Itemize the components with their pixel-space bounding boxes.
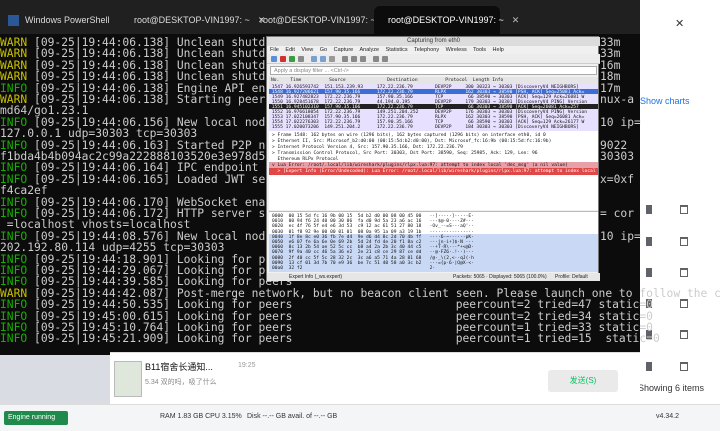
packet-bytes-pane[interactable]: 0000 00 15 5d fc 16 9b 00 15 5d b2 d0 00…: [269, 211, 598, 272]
menu-file[interactable]: File: [270, 47, 279, 53]
engine-status-badge[interactable]: Engine running: [4, 411, 68, 425]
menu-tools[interactable]: Tools: [473, 47, 486, 53]
tab-powershell[interactable]: Windows PowerShell: [0, 6, 120, 34]
terminal-line-tail: = cor: [600, 207, 635, 220]
menu-bar: File Edit View Go Capture Analyze Statis…: [267, 46, 600, 54]
chat-notification[interactable]: B11宿舍长通知... 19:25 5.34 双的吗，吸了什么 发送(S): [110, 352, 640, 404]
status-bar: Expert Info (_ws.expert) Packets: 5065 ·…: [267, 273, 600, 281]
close-icon[interactable]: ✕: [675, 17, 684, 30]
tab-ubuntu-3[interactable]: root@DESKTOP-VIN1997: ~ ✕: [374, 6, 519, 34]
show-charts-link[interactable]: Show charts: [640, 96, 690, 106]
detail-row[interactable]: > [Expert Info (Error/Undecoded): Lua Er…: [269, 168, 598, 175]
checkbox-icon[interactable]: [646, 205, 652, 214]
tab-bar: Windows PowerShell root@DESKTOP-VIN1997:…: [0, 0, 640, 34]
zoom-out-icon[interactable]: [382, 56, 388, 62]
trash-icon[interactable]: [680, 237, 688, 246]
search-icon[interactable]: [342, 56, 348, 62]
display-filter-input[interactable]: Apply a display filter ... <Ctrl-/>: [270, 66, 597, 75]
trash-icon[interactable]: [680, 268, 688, 277]
hex-row: 00a0 32 f2 2·: [269, 265, 598, 272]
close-tab-icon[interactable]: ✕: [512, 15, 520, 26]
resource-stats: RAM 1.83 GB CPU 3.15%: [160, 413, 242, 420]
packet-details-pane[interactable]: > Frame 1548: 162 bytes on wire (1296 bi…: [269, 130, 598, 210]
window-title: Capturing from eth0: [267, 37, 600, 46]
profile-label[interactable]: Profile: Default: [555, 273, 588, 281]
expert-info-label[interactable]: Expert Info (_ws.expert): [289, 273, 342, 281]
terminal-line-tail: x=0xf: [600, 172, 635, 186]
version-label: v4.34.2: [656, 413, 679, 420]
start-capture-icon[interactable]: [271, 56, 277, 62]
packet-row[interactable]: 1555 17.020073206 149.251.204.2 172.22.2…: [269, 124, 598, 131]
terminal-line-tail: 10 ip=: [600, 229, 641, 243]
arrow-right-icon[interactable]: [360, 56, 366, 62]
stop-capture-icon[interactable]: [280, 56, 286, 62]
powershell-icon: [8, 14, 19, 26]
terminal-line-tail: 30303: [600, 150, 635, 163]
open-file-icon[interactable]: [311, 56, 317, 62]
chat-preview: 5.34 双的吗，吸了什么: [145, 379, 217, 386]
terminal-line-tail: nux-a: [600, 93, 635, 106]
chat-thumbnail: [114, 361, 142, 397]
arrow-left-icon[interactable]: [351, 56, 357, 62]
tab-ubuntu-1[interactable]: root@DESKTOP-VIN1997: ~ ✕: [120, 6, 265, 34]
chat-time: 19:25: [238, 362, 256, 369]
terminal-line: INFO [09-25|19:45:21.909] Looking for pe…: [0, 332, 660, 346]
menu-help[interactable]: Help: [493, 47, 504, 53]
menu-edit[interactable]: Edit: [285, 47, 294, 53]
trash-icon[interactable]: [680, 205, 688, 214]
close-file-icon[interactable]: [329, 56, 335, 62]
docker-status-bar: Engine running RAM 1.83 GB CPU 3.15% Dis…: [0, 404, 720, 431]
toolbar: [267, 54, 600, 64]
restart-capture-icon[interactable]: [289, 56, 295, 62]
menu-view[interactable]: View: [301, 47, 313, 53]
tab-ubuntu-2[interactable]: root@DESKTOP-VIN1997: ~ ✕: [246, 6, 391, 34]
tab-label: Windows PowerShell: [25, 15, 110, 25]
options-icon[interactable]: [298, 56, 304, 62]
log-level: INFO: [0, 332, 28, 346]
trash-icon[interactable]: [680, 362, 688, 371]
zoom-in-icon[interactable]: [373, 56, 379, 62]
chat-title: B11宿舍长通知...: [145, 362, 213, 372]
disk-stats: Disk --.-- GB avail. of --.-- GB: [247, 413, 338, 420]
checkbox-icon[interactable]: [646, 268, 652, 277]
tab-label: root@DESKTOP-VIN1997: ~: [260, 15, 376, 25]
send-button[interactable]: 发送(S): [548, 370, 618, 392]
menu-analyze[interactable]: Analyze: [359, 47, 379, 53]
tab-label: root@DESKTOP-VIN1997: ~: [388, 15, 504, 25]
menu-statistics[interactable]: Statistics: [386, 47, 408, 53]
save-icon[interactable]: [320, 56, 326, 62]
menu-wireless[interactable]: Wireless: [446, 47, 467, 53]
checkbox-icon[interactable]: [646, 237, 652, 246]
items-count: Showing 6 items: [638, 383, 705, 393]
terminal-line-tail: 10 ip=: [600, 115, 641, 129]
wireshark-window[interactable]: Capturing from eth0 File Edit View Go Ca…: [266, 36, 600, 281]
menu-go[interactable]: Go: [320, 47, 327, 53]
tab-label: root@DESKTOP-VIN1997: ~: [134, 15, 250, 25]
menu-capture[interactable]: Capture: [334, 47, 354, 53]
log-text: [09-25|19:45:21.909] Looking for peers p…: [27, 332, 660, 346]
packet-count: Packets: 5065 · Displayed: 5065 (100.0%): [453, 274, 547, 280]
checkbox-icon[interactable]: [646, 362, 652, 371]
menu-telephony[interactable]: Telephony: [414, 47, 439, 53]
trash-icon[interactable]: [680, 330, 688, 339]
packet-list-header: No. Time Source Destination Protocol Len…: [269, 77, 598, 84]
